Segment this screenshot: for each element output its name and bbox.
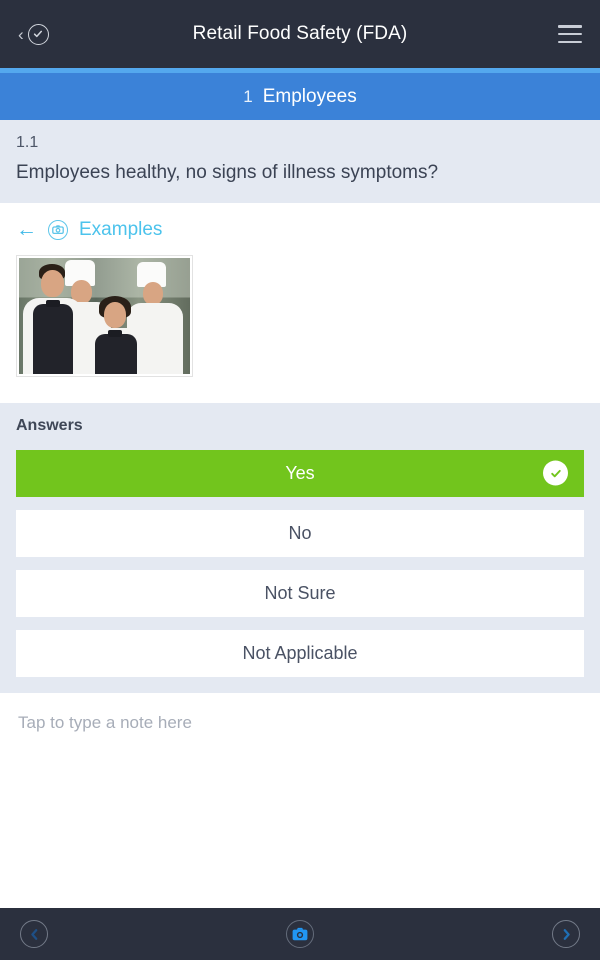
chevron-left-icon — [30, 928, 37, 940]
photo-circle-icon — [48, 219, 68, 240]
arrow-left-icon: ← — [16, 218, 37, 242]
section-header[interactable]: 1 Employees — [0, 73, 600, 120]
section-number: 1 — [243, 86, 253, 106]
answer-label: No — [288, 522, 312, 543]
chef-face — [143, 281, 163, 305]
bottom-navigation-bar — [0, 908, 600, 960]
answer-label: Not Sure — [264, 582, 336, 603]
waitress-bowtie — [108, 329, 122, 337]
question-text: Employees healthy, no signs of illness s… — [16, 162, 439, 183]
answer-label: Not Applicable — [242, 642, 358, 663]
media-block: ← Examples — [0, 202, 600, 403]
circle-check-icon — [27, 23, 49, 45]
question-number: 1.1 — [16, 134, 39, 151]
answers-heading: Answers — [16, 416, 83, 434]
app-bar: ‹ Retail Food Safety (FDA) — [0, 0, 600, 68]
back-button[interactable]: ‹ — [18, 23, 98, 45]
hamburger-menu-icon[interactable] — [558, 25, 582, 43]
hamburger-line — [558, 25, 582, 28]
note-placeholder: Tap to type a note here — [18, 712, 192, 732]
answer-option-yes[interactable]: Yes — [16, 449, 584, 497]
waiter-face — [41, 269, 64, 297]
chevron-right-icon — [563, 928, 570, 940]
next-question-button[interactable] — [552, 920, 580, 948]
answer-option-no[interactable]: No — [16, 509, 584, 557]
example-photo-image — [19, 257, 190, 374]
selected-check-icon — [543, 460, 568, 486]
waiter-vest — [33, 303, 73, 374]
camera-button[interactable] — [286, 920, 314, 948]
answer-label: Yes — [285, 462, 315, 483]
hamburger-line — [558, 32, 582, 36]
answer-option-not-applicable[interactable]: Not Applicable — [16, 629, 584, 677]
example-photo-thumbnail[interactable] — [16, 254, 193, 377]
waitress-face — [104, 301, 126, 328]
answers-panel: Answers Yes No Not Sure Not Applicable — [0, 402, 600, 693]
chevron-left-icon: ‹ — [18, 24, 24, 44]
previous-question-button[interactable] — [20, 920, 48, 948]
waitress-vest — [95, 333, 137, 374]
hamburger-line — [558, 40, 582, 43]
examples-label: Examples — [79, 218, 163, 240]
answer-option-not-sure[interactable]: Not Sure — [16, 569, 584, 617]
waiter-bowtie — [46, 299, 60, 307]
section-label: Employees — [262, 85, 357, 107]
app-screen: ‹ Retail Food Safety (FDA) 1 Employees 1… — [0, 0, 600, 960]
examples-toggle[interactable]: ← Examples — [16, 219, 584, 241]
question-block: 1.1 Employees healthy, no signs of illne… — [0, 120, 600, 203]
note-input[interactable]: Tap to type a note here — [0, 692, 600, 908]
camera-icon — [292, 927, 308, 941]
